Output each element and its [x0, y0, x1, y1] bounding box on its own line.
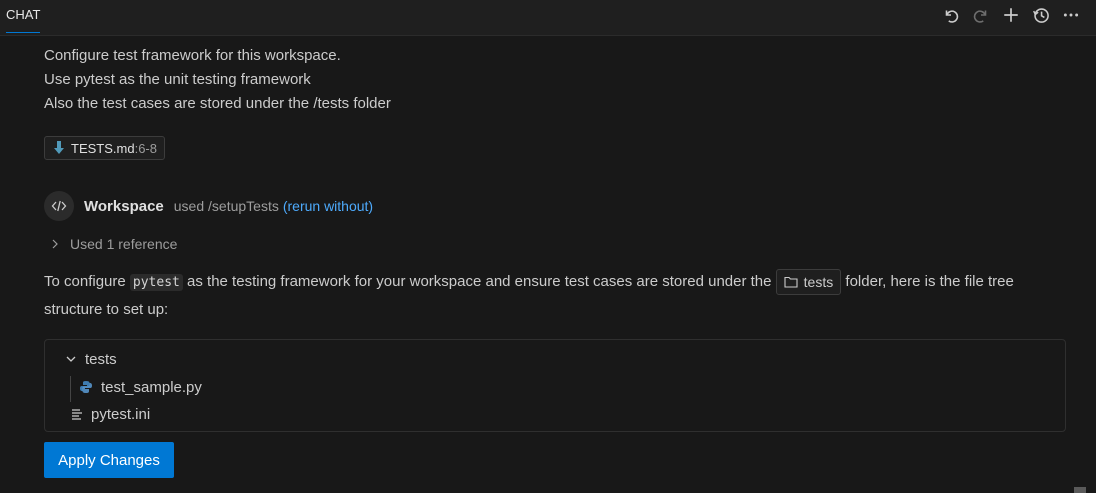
scrollbar-thumb[interactable]	[1074, 487, 1086, 493]
answer-text: as the testing framework for your worksp…	[182, 273, 776, 290]
undo-icon[interactable]	[940, 4, 962, 26]
tree-indent-guide	[70, 376, 71, 402]
code-icon	[44, 191, 74, 221]
inline-code: pytest	[129, 274, 183, 291]
tree-file-pytest-ini[interactable]: pytest.ini	[71, 401, 150, 427]
references-label: Used 1 reference	[70, 236, 178, 252]
file-tree: tests test_sample.py pytest.ini	[44, 339, 1066, 432]
folder-icon	[784, 276, 798, 288]
request-line: Configure test framework for this worksp…	[44, 47, 341, 64]
settings-file-icon	[72, 409, 82, 420]
tab-chat[interactable]: CHAT	[6, 6, 41, 33]
tree-file-test-sample[interactable]: test_sample.py	[79, 374, 202, 400]
request-line: Use pytest as the unit testing framework	[44, 71, 311, 88]
chat-header: CHAT	[0, 0, 1096, 36]
chevron-right-icon	[52, 239, 58, 249]
folder-label: tests	[803, 273, 834, 290]
apply-changes-button[interactable]: Apply Changes	[44, 442, 174, 478]
history-icon[interactable]	[1030, 4, 1052, 26]
used-references-toggle[interactable]: Used 1 reference	[50, 233, 177, 255]
new-chat-icon[interactable]	[1000, 4, 1022, 26]
tree-file-label: pytest.ini	[91, 405, 151, 423]
rerun-without-link[interactable]: (rerun without)	[283, 198, 373, 214]
tree-file-label: test_sample.py	[101, 378, 202, 396]
agent-command: used /setupTests	[173, 198, 279, 214]
response-text: To configure pytest as the testing frame…	[44, 268, 1064, 323]
agent-name: Workspace	[84, 197, 164, 215]
markdown-down-arrow-icon	[53, 141, 65, 155]
reference-range: :6-8	[134, 140, 157, 156]
tree-folder-tests[interactable]: tests	[65, 346, 117, 372]
python-icon	[80, 381, 92, 393]
chevron-down-icon	[66, 356, 76, 362]
request-line: Also the test cases are stored under the…	[44, 95, 391, 112]
answer-text: To configure	[44, 273, 130, 290]
agent-row: Workspace used /setupTests (rerun withou…	[44, 190, 373, 222]
reference-chip[interactable]: TESTS.md:6-8	[44, 136, 165, 160]
user-request: Configure test framework for this worksp…	[44, 44, 391, 116]
header-actions	[940, 4, 1082, 26]
folder-reference-chip[interactable]: tests	[775, 269, 842, 296]
reference-file: TESTS.md	[71, 140, 135, 156]
more-icon[interactable]	[1060, 4, 1082, 26]
tree-folder-label: tests	[85, 350, 117, 368]
redo-icon[interactable]	[970, 4, 992, 26]
